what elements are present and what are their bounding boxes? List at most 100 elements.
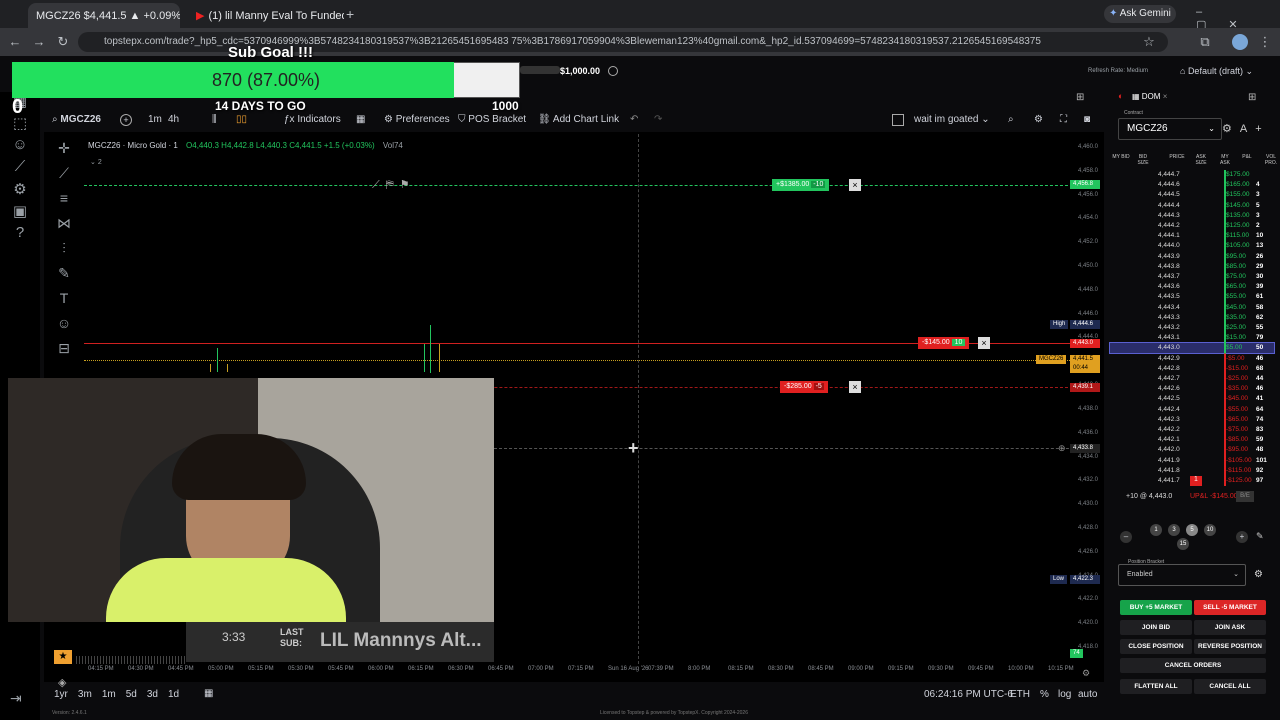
new-tab-button[interactable]: + xyxy=(346,6,354,22)
dom-row[interactable]: 4,443.1 $15.00 79 xyxy=(1110,333,1274,343)
dom-row[interactable]: 4,442.6 -$35.00 46 xyxy=(1110,384,1274,394)
range-button[interactable]: 1m xyxy=(102,689,116,700)
dom-row[interactable]: 4,443.4 $45.00 58 xyxy=(1110,303,1274,313)
symbol-search[interactable]: ⌕ MGCZ26 xyxy=(52,110,101,130)
back-icon[interactable]: ← xyxy=(6,33,24,51)
bookmark-star-icon[interactable]: ☆ xyxy=(1140,33,1158,51)
add-panel-icon[interactable]: ⊞ xyxy=(1076,92,1084,103)
dom-tab[interactable]: ▦ DOM × xyxy=(1132,92,1167,101)
close-icon[interactable]: × xyxy=(1163,92,1168,101)
dom-row[interactable]: 4,444.0 $105.00 13 xyxy=(1110,241,1274,251)
dom-row[interactable]: 4,442.0 -$95.00 48 xyxy=(1110,445,1274,455)
dom-row[interactable]: 4,444.1 $115.00 10 xyxy=(1110,231,1274,241)
sell-market-button[interactable]: SELL -5 MARKET xyxy=(1194,600,1266,615)
ask-order-marker[interactable]: 1 xyxy=(1190,476,1202,486)
text-icon[interactable]: T xyxy=(54,290,74,315)
calendar-icon[interactable]: ▦ xyxy=(204,688,213,699)
dom-row[interactable]: 4,443.6 $65.00 39 xyxy=(1110,282,1274,292)
brush-icon[interactable]: ✎ xyxy=(54,265,74,290)
reverse-position-button[interactable]: REVERSE POSITION xyxy=(1194,639,1266,654)
settings-icon[interactable]: ⚙ xyxy=(0,180,40,202)
browser-tab-active[interactable]: MGCZ26 $4,441.5 ▲ +0.09%× xyxy=(28,3,180,28)
dom-row[interactable]: 4,443.2 $25.00 55 xyxy=(1110,323,1274,333)
join-ask-button[interactable]: JOIN ASK xyxy=(1194,620,1266,635)
help-icon[interactable]: ? xyxy=(0,224,40,246)
buy-market-button[interactable]: BUY +5 MARKET xyxy=(1120,600,1192,615)
dom-row[interactable]: 4,442.8 -$15.00 68 xyxy=(1110,364,1274,374)
range-button[interactable]: 3m xyxy=(78,689,92,700)
close-icon[interactable]: × xyxy=(849,381,861,393)
settings-icon[interactable]: ⚙ xyxy=(1034,110,1043,130)
indicators-button[interactable]: ƒx Indicators xyxy=(284,110,341,130)
qty-option[interactable]: 15 xyxy=(1177,538,1189,550)
layouts-icon[interactable]: ▦ xyxy=(356,110,365,130)
qty-option[interactable]: 5 xyxy=(1186,524,1198,536)
close-position-button[interactable]: CLOSE POSITION xyxy=(1120,639,1192,654)
qty-minus-button[interactable]: – xyxy=(1120,531,1132,543)
range-button[interactable]: 1yr xyxy=(54,689,68,700)
close-icon[interactable]: × xyxy=(849,179,861,191)
range-button[interactable]: 1d xyxy=(168,689,179,700)
add-panel-icon[interactable]: ⊞ xyxy=(1248,92,1256,103)
dom-row[interactable]: 4,443.3 $35.00 62 xyxy=(1110,313,1274,323)
qty-plus-button[interactable]: + xyxy=(1236,531,1248,543)
dom-row[interactable]: 4,444.2 $125.00 2 xyxy=(1110,221,1274,231)
emoji-icon[interactable]: ☺ xyxy=(54,315,74,340)
drawing-tools-inline[interactable]: ⟋⛿⚑ xyxy=(372,178,416,192)
join-bid-button[interactable]: JOIN BID xyxy=(1120,620,1192,635)
trend-line-icon[interactable]: ⟋ xyxy=(54,165,74,190)
interval-1m[interactable]: 1m xyxy=(148,110,162,130)
preferences-button[interactable]: ⚙ Preferences xyxy=(384,110,450,130)
qty-option[interactable]: 1 xyxy=(1150,524,1162,536)
dom-row[interactable]: 4,442.9 -$5.00 46 xyxy=(1110,354,1274,364)
layers-icon[interactable]: ◈ xyxy=(58,676,66,689)
range-button[interactable]: 5d xyxy=(126,689,137,700)
dom-row[interactable]: 4,442.7 -$25.00 44 xyxy=(1110,374,1274,384)
forward-icon[interactable]: → xyxy=(30,33,48,51)
dom-row[interactable]: 4,443.8 $85.00 29 xyxy=(1110,262,1274,272)
cancel-orders-button[interactable]: CANCEL ORDERS xyxy=(1120,658,1266,673)
contract-select[interactable]: MGCZ26 ⌄ xyxy=(1118,118,1222,140)
candles-icon[interactable]: ▯▯ xyxy=(236,110,247,130)
dom-tools[interactable]: ⚙A+ xyxy=(1222,122,1270,135)
avatar[interactable] xyxy=(1232,34,1248,50)
search-icon[interactable]: ⌕ xyxy=(1008,110,1014,130)
pattern-icon[interactable]: ⋈ xyxy=(54,215,74,240)
add-chart-link-button[interactable]: ⛓ Add Chart Link xyxy=(538,110,619,130)
browser-tab[interactable]: ▶(1) lil Manny Eval To Funded Li...× xyxy=(188,3,344,28)
people-icon[interactable]: ☺ xyxy=(0,136,40,158)
axis-settings-icon[interactable]: ⚙ xyxy=(1082,668,1090,679)
dom-row[interactable]: 4,444.5 $155.00 3 xyxy=(1110,190,1274,200)
logout-icon[interactable]: ⇥ xyxy=(10,690,22,707)
fib-icon[interactable]: ⫶ xyxy=(54,240,74,265)
cancel-all-button[interactable]: CANCEL ALL xyxy=(1194,679,1266,694)
ask-gemini-button[interactable]: ✦ Ask Gemini xyxy=(1104,5,1176,23)
take-profit-label[interactable]: +$1385.00 -10 xyxy=(772,179,830,191)
close-icon[interactable]: × xyxy=(978,337,990,349)
edit-icon[interactable]: ✎ xyxy=(1256,531,1264,542)
qty-option[interactable]: 3 xyxy=(1168,524,1180,536)
dom-row[interactable]: 4,443.7 $75.00 30 xyxy=(1110,272,1274,282)
add-symbol-icon[interactable]: + xyxy=(120,114,132,126)
dom-row[interactable]: 4,444.3 $135.00 3 xyxy=(1110,211,1274,221)
dom-row[interactable]: 4,442.3 -$65.00 74 xyxy=(1110,415,1274,425)
dom-row[interactable]: 4,444.6 $165.00 4 xyxy=(1110,180,1274,190)
dom-row[interactable]: 4,442.5 -$45.00 41 xyxy=(1110,394,1274,404)
ruler-icon[interactable]: ⊟ xyxy=(54,340,74,365)
tv-icon[interactable]: ▣ xyxy=(0,202,40,224)
gear-icon[interactable]: ⚙ xyxy=(1254,569,1263,580)
menu-dots-icon[interactable]: ⋮ xyxy=(1256,33,1274,51)
analytics-icon[interactable]: ⟋ xyxy=(0,158,40,180)
template-select[interactable]: wait im goated ⌄ xyxy=(914,110,990,130)
layout-select[interactable]: ⌂ Default (draft) ⌄ xyxy=(1180,66,1253,77)
position-label[interactable]: -$145.00 10 xyxy=(918,337,970,349)
pos-bracket-button[interactable]: ⛉ POS Bracket xyxy=(458,110,526,130)
session-toggle[interactable]: ETH xyxy=(1010,689,1030,700)
dom-row[interactable]: 4,443.9 $95.00 26 xyxy=(1110,252,1274,262)
stop-label[interactable]: -$285.00 -5 xyxy=(780,381,828,393)
time-axis[interactable]: 04:15 PM 04:30 PM 04:45 PM 05:00 PM 05:15 PM… xyxy=(44,666,1104,678)
reload-icon[interactable]: ↻ xyxy=(54,33,72,51)
dom-ladder[interactable]: 4,444.7 $175.00 4,444.6 $165.00 4 4,444.5 $155… xyxy=(1109,170,1280,490)
redo-icon[interactable]: ↷ xyxy=(654,110,662,130)
dom-row[interactable]: 4,442.1 -$85.00 59 xyxy=(1110,435,1274,445)
